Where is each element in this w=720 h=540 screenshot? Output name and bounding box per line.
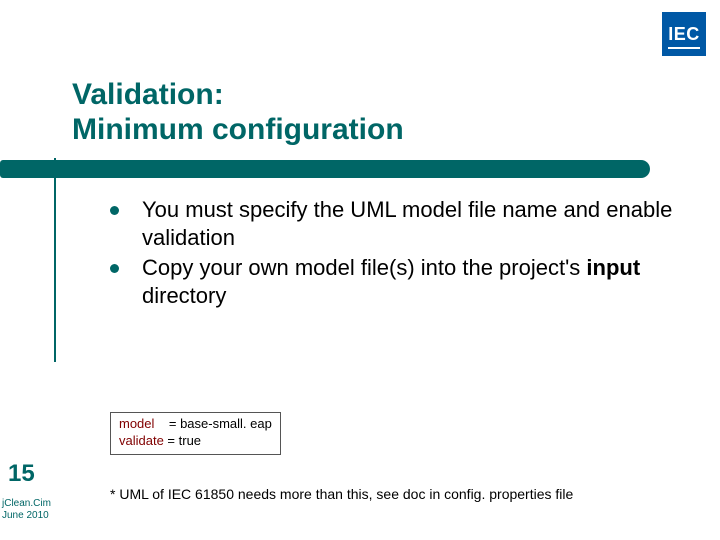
iec-logo-text: IEC bbox=[668, 24, 700, 45]
bullet-item: Copy your own model file(s) into the pro… bbox=[110, 254, 680, 310]
config-val: = base-small. eap bbox=[165, 416, 272, 431]
bullet-list: You must specify the UML model file name… bbox=[110, 196, 680, 313]
footnote: * UML of IEC 61850 needs more than this,… bbox=[110, 486, 573, 502]
config-snippet: model = base-small. eap validate = true bbox=[110, 412, 281, 455]
slide-title: Validation: Minimum configuration bbox=[72, 78, 690, 147]
title-line2: Minimum configuration bbox=[72, 113, 404, 146]
slide-number: 15 bbox=[8, 460, 35, 488]
config-row: validate = true bbox=[119, 433, 272, 450]
footer-meta: jClean.Cim June 2010 bbox=[2, 498, 51, 522]
bullet-text-post: directory bbox=[142, 283, 226, 308]
iec-logo-underline bbox=[668, 47, 700, 49]
bullet-text: You must specify the UML model file name… bbox=[142, 197, 672, 250]
config-key: validate bbox=[119, 433, 164, 450]
iec-logo: IEC bbox=[662, 12, 706, 56]
config-row: model = base-small. eap bbox=[119, 416, 272, 433]
bullet-item: You must specify the UML model file name… bbox=[110, 196, 680, 252]
accent-vertical-line bbox=[54, 158, 56, 362]
config-val: = true bbox=[164, 433, 201, 448]
accent-bar bbox=[0, 160, 650, 178]
bullet-text-pre: Copy your own model file(s) into the pro… bbox=[142, 255, 586, 280]
footer-line1: jClean.Cim bbox=[2, 498, 51, 510]
bullet-text-bold: input bbox=[586, 255, 640, 280]
title-line1: Validation: bbox=[72, 78, 224, 111]
config-key: model bbox=[119, 416, 165, 433]
footer-line2: June 2010 bbox=[2, 510, 51, 522]
